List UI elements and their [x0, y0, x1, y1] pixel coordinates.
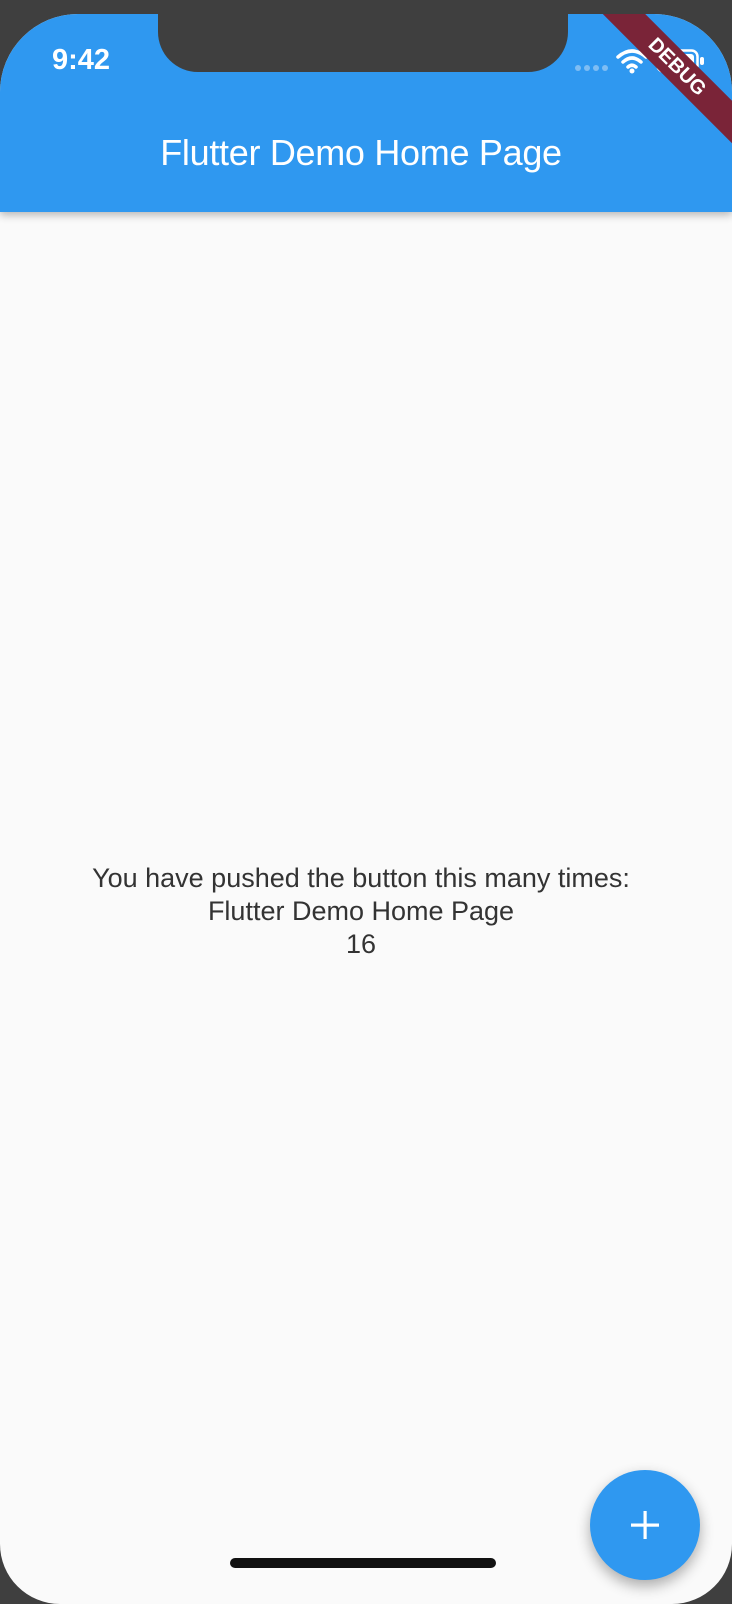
- phone-screen: 9:42 DEBUG Flutter Demo Home Page You ha…: [0, 14, 732, 1604]
- page-title: Flutter Demo Home Page: [160, 132, 562, 173]
- counter-title-text: Flutter Demo Home Page: [207, 896, 515, 926]
- increment-button[interactable]: [590, 1470, 700, 1580]
- counter-message: You have pushed the button this many tim…: [92, 863, 630, 893]
- counter-section: You have pushed the button this many tim…: [0, 862, 722, 961]
- signal-icon: [575, 65, 608, 71]
- device-notch: [158, 14, 568, 72]
- plus-icon: [631, 1511, 659, 1539]
- home-indicator[interactable]: [230, 1558, 496, 1568]
- status-bar-time: 9:42: [52, 44, 111, 76]
- counter-value: 16: [345, 929, 377, 959]
